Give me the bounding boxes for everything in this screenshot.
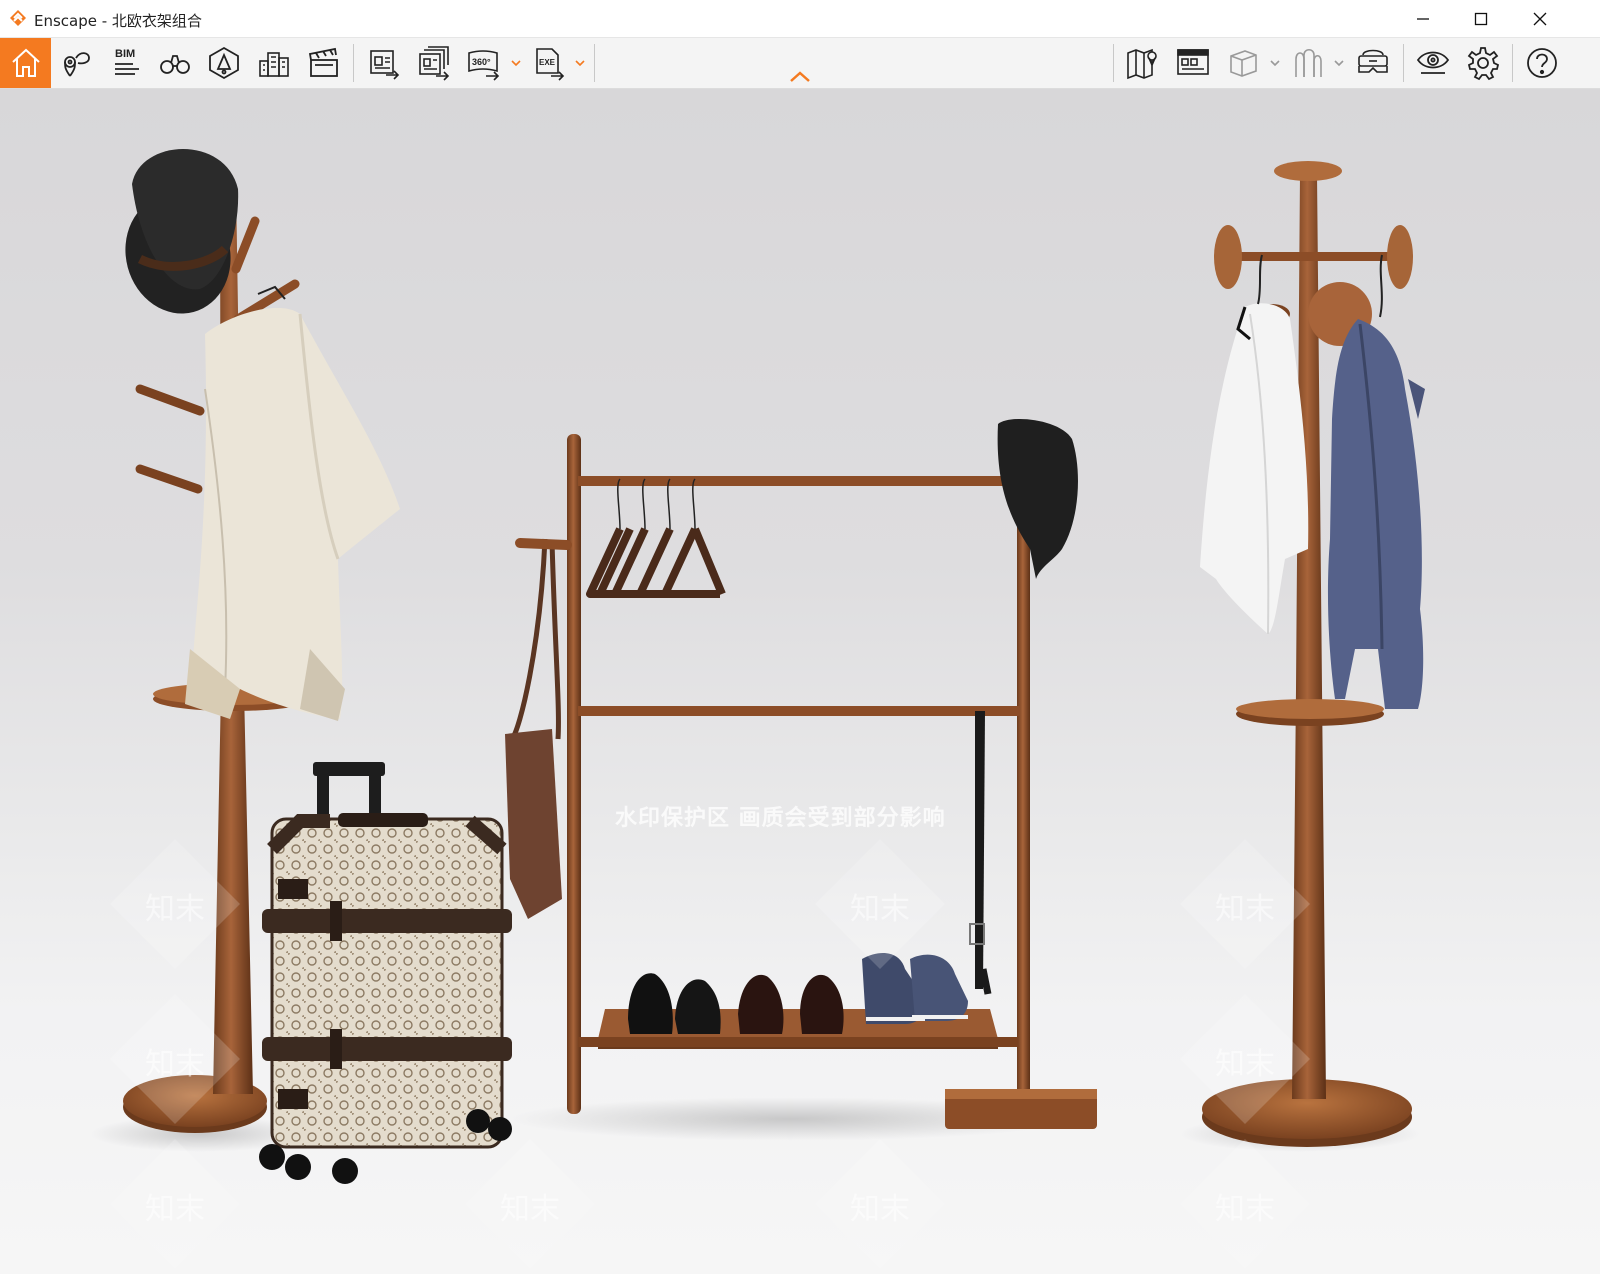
minimize-button[interactable] xyxy=(1394,0,1452,38)
watermark-logo: 知末 xyxy=(850,1192,910,1227)
asset-library-icon xyxy=(1177,49,1209,75)
window-title: Enscape - 北欧衣架组合 xyxy=(34,12,202,30)
close-button[interactable] xyxy=(1511,0,1569,38)
vr-headset-button[interactable] xyxy=(1348,38,1398,88)
batch-export-button[interactable] xyxy=(409,38,459,88)
suitcase xyxy=(259,762,512,1184)
help-button[interactable] xyxy=(1517,38,1567,88)
chevron-down-icon xyxy=(1270,60,1280,67)
watermark-logo: 知末 xyxy=(145,1192,205,1227)
toolbar-separator xyxy=(353,44,354,82)
gear-icon xyxy=(1467,47,1500,81)
video-editor-button[interactable] xyxy=(299,38,349,88)
buildings-icon xyxy=(259,52,289,77)
sculpture-dropdown[interactable] xyxy=(1332,53,1346,73)
home-button[interactable] xyxy=(0,38,51,88)
panorama-export-button[interactable]: 360° xyxy=(459,38,509,88)
map-icon xyxy=(1127,48,1157,80)
chevron-down-icon xyxy=(1334,60,1344,67)
watermark-logo: 知末 xyxy=(500,1192,560,1227)
batch-export-icon xyxy=(419,46,450,81)
vr-headset-icon xyxy=(1358,49,1388,73)
settings-button[interactable] xyxy=(1458,38,1508,88)
sketchup-cube-button[interactable] xyxy=(1218,38,1268,88)
panorama-360-export-icon: 360° xyxy=(468,50,500,81)
views-button[interactable] xyxy=(51,38,101,88)
bim-button[interactable]: BIM xyxy=(100,38,150,88)
watermark-logo: 知末 xyxy=(145,1047,205,1082)
toolbar-separator xyxy=(594,44,595,82)
binoculars-icon xyxy=(160,55,190,74)
asset-library-button[interactable] xyxy=(1168,38,1218,88)
enscape-logo-icon xyxy=(10,10,26,26)
screenshot-export-icon xyxy=(370,50,400,80)
sculpture-icon xyxy=(1295,48,1322,77)
watermark-logo: 知末 xyxy=(1215,1047,1275,1082)
exe-dropdown[interactable] xyxy=(573,53,587,73)
clapperboard-icon xyxy=(308,47,338,77)
maximize-button[interactable] xyxy=(1452,0,1510,38)
watermark-logo: 知末 xyxy=(145,892,205,927)
bim-label: BIM xyxy=(115,48,135,60)
location-pin-icon xyxy=(64,52,90,77)
binoculars-button[interactable] xyxy=(150,38,200,88)
chevron-down-icon xyxy=(575,60,585,67)
toolbar-separator xyxy=(1403,44,1404,82)
right-coat-stand xyxy=(1200,161,1425,1147)
maximize-icon xyxy=(1474,12,1488,26)
garment-rack xyxy=(505,419,1097,1129)
exe-label: EXE xyxy=(539,58,556,67)
close-icon xyxy=(1533,12,1547,26)
eye-icon xyxy=(1416,51,1450,74)
sculpture-button[interactable] xyxy=(1283,38,1333,88)
minimize-icon xyxy=(1417,18,1429,20)
render-viewport[interactable]: 水印保护区 画质会受到部分影响 知末 知末 知末 知末 知末 知末 知末 知末 … xyxy=(0,89,1600,1274)
render-scene xyxy=(90,149,1425,1269)
cube-dropdown[interactable] xyxy=(1268,53,1282,73)
panorama-dropdown[interactable] xyxy=(509,53,523,73)
visual-settings-icon xyxy=(209,46,239,80)
visual-settings-button[interactable] xyxy=(199,38,249,88)
cube-icon xyxy=(1230,50,1257,77)
watermark-logo: 知末 xyxy=(850,892,910,927)
help-icon xyxy=(1527,48,1557,78)
screenshot-export-button[interactable] xyxy=(359,38,409,88)
watermark-logo: 知末 xyxy=(1215,1192,1275,1227)
watermark-logo: 知末 xyxy=(1215,892,1275,927)
chevron-down-icon xyxy=(511,60,521,67)
home-icon xyxy=(11,48,40,77)
main-toolbar: BIM 360° EXE xyxy=(0,38,1600,89)
map-button[interactable] xyxy=(1118,38,1168,88)
toolbar-separator xyxy=(1113,44,1114,82)
panorama-label: 360° xyxy=(472,57,491,67)
watermark-text: 水印保护区 画质会受到部分影响 xyxy=(615,806,946,831)
title-bar: Enscape - 北欧衣架组合 xyxy=(0,0,1600,38)
buildings-button[interactable] xyxy=(249,38,299,88)
visibility-button[interactable] xyxy=(1408,38,1458,88)
toolbar-separator xyxy=(1512,44,1513,82)
collapse-toolbar-icon[interactable] xyxy=(788,68,812,86)
exe-export-button[interactable]: EXE xyxy=(524,38,574,88)
bim-icon: BIM xyxy=(115,48,139,75)
exe-export-icon: EXE xyxy=(536,48,565,81)
